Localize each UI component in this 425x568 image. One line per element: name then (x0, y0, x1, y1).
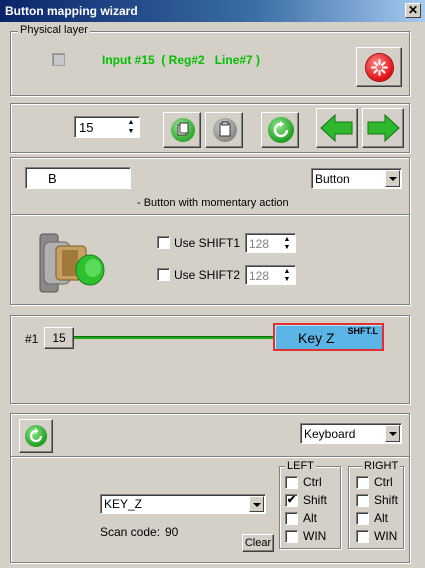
right-win-row[interactable]: WIN (356, 529, 406, 545)
left-shift-label: Shift (303, 493, 328, 507)
scan-code-label: Scan code: (100, 525, 161, 539)
key-z-label: Key Z (298, 330, 335, 346)
left-win-label: WIN (303, 529, 327, 543)
close-button[interactable]: ✕ (405, 3, 421, 18)
left-win-checkbox[interactable] (285, 530, 298, 543)
stop-button[interactable] (356, 47, 402, 87)
physical-input-text: Input #15 ( Reg#2 Line#7 ) (102, 53, 261, 67)
right-alt-checkbox[interactable] (356, 512, 369, 525)
arrow-right-icon (367, 113, 400, 143)
mapping-input-chip[interactable]: 15 (44, 327, 74, 349)
right-ctrl-checkbox[interactable] (356, 476, 369, 489)
output-divider (11, 456, 409, 458)
right-shift-label: Shift (374, 493, 399, 507)
key-z-box[interactable]: Key Z SHFT.L (273, 323, 384, 351)
right-alt-label: Alt (374, 511, 389, 525)
left-ctrl-row[interactable]: Ctrl (285, 475, 335, 491)
clear-button[interactable]: Clear (242, 534, 274, 552)
led-indicator-icon (52, 53, 65, 66)
paste-button[interactable] (205, 112, 243, 148)
refresh-button[interactable] (261, 112, 299, 148)
left-win-row[interactable]: WIN (285, 529, 335, 545)
window-titlebar: Button mapping wizard (0, 0, 425, 22)
previous-button[interactable] (316, 108, 358, 148)
shift2-spin[interactable]: ▲ ▼ (280, 267, 294, 283)
refresh-icon (268, 117, 294, 143)
key-dropdown[interactable]: KEY_Z (100, 494, 266, 514)
left-alt-label: Alt (303, 511, 318, 525)
stop-icon (366, 54, 393, 81)
paste-icon (213, 118, 237, 142)
window-title: Button mapping wizard (5, 4, 138, 18)
physical-layer-legend: Physical layer (18, 24, 90, 36)
pushbutton-image (38, 228, 108, 298)
right-ctrl-label: Ctrl (374, 475, 393, 489)
left-alt-checkbox[interactable] (285, 512, 298, 525)
refresh-icon (25, 425, 47, 447)
input-number-value: 15 (79, 120, 94, 135)
shift1-spin[interactable]: ▲ ▼ (280, 235, 294, 251)
right-legend: RIGHT (362, 460, 401, 472)
chevron-down-icon[interactable] (385, 170, 400, 187)
right-ctrl-row[interactable]: Ctrl (356, 475, 406, 491)
key-value: KEY_Z (104, 497, 143, 511)
copy-icon (171, 118, 195, 142)
left-legend: LEFT (285, 460, 316, 472)
right-shift-row[interactable]: Shift (356, 493, 406, 509)
panel-divider (11, 214, 409, 216)
device-value: Keyboard (304, 427, 356, 441)
key-z-modifier: SHFT.L (347, 326, 379, 336)
shift1-value-spinner[interactable]: 128 ▲ ▼ (245, 233, 296, 253)
output-refresh-button[interactable] (19, 419, 53, 453)
mapping-input-chip-label: 15 (52, 331, 66, 345)
use-shift1-label: Use SHIFT1 (174, 236, 241, 250)
left-alt-row[interactable]: Alt (285, 511, 335, 527)
use-shift1-checkbox[interactable] (157, 236, 170, 249)
right-shift-checkbox[interactable] (356, 494, 369, 507)
shift1-value: 128 (249, 237, 270, 251)
chevron-down-icon[interactable] (385, 425, 400, 442)
left-ctrl-checkbox[interactable] (285, 476, 298, 489)
input-number-spinner[interactable]: 15 ▲ ▼ (74, 116, 140, 138)
left-ctrl-label: Ctrl (303, 475, 322, 489)
copy-button[interactable] (163, 112, 201, 148)
shift2-value-spinner[interactable]: 128 ▲ ▼ (245, 265, 296, 285)
button-name-field[interactable]: B (25, 167, 131, 189)
button-type-dropdown[interactable]: Button (311, 168, 402, 189)
mapping-row-label: #1 (25, 332, 39, 346)
button-type-value: Button (315, 172, 350, 186)
scan-code-value: 90 (165, 525, 179, 539)
chevron-down-icon[interactable] (249, 496, 264, 512)
right-alt-row[interactable]: Alt (356, 511, 406, 527)
next-button[interactable] (362, 108, 404, 148)
input-number-spin[interactable]: ▲ ▼ (124, 118, 138, 136)
arrow-left-icon (320, 113, 353, 143)
clear-label: Clear (244, 537, 272, 549)
shift2-value: 128 (249, 269, 270, 283)
right-win-checkbox[interactable] (356, 530, 369, 543)
button-description: - Button with momentary action (137, 197, 289, 209)
use-shift2-label: Use SHIFT2 (174, 268, 241, 282)
device-dropdown[interactable]: Keyboard (300, 423, 402, 444)
button-name-value: B (48, 171, 57, 186)
use-shift2-checkbox[interactable] (157, 268, 170, 281)
left-shift-checkbox[interactable]: ✔ (285, 494, 298, 507)
left-shift-row[interactable]: ✔ Shift (285, 493, 335, 509)
right-win-label: WIN (374, 529, 398, 543)
mapping-link-line (74, 336, 274, 339)
